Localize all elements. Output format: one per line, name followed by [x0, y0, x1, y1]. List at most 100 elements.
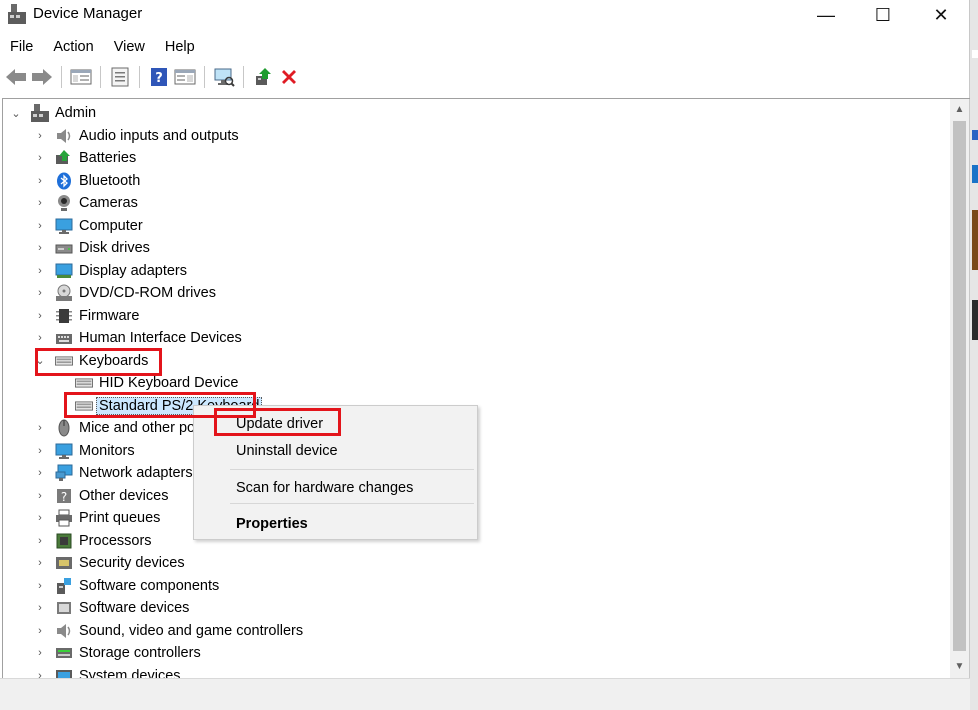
edge-stripe: [972, 50, 978, 58]
chevron-right-icon[interactable]: ›: [33, 646, 47, 660]
tree-item-cameras[interactable]: › Cameras: [33, 192, 138, 214]
chevron-right-icon[interactable]: ›: [33, 151, 47, 165]
tree-item-computer[interactable]: › Computer: [33, 215, 143, 237]
disk-drive-icon: [55, 239, 73, 257]
chevron-right-icon[interactable]: ›: [33, 534, 47, 548]
context-menu-scan-hardware[interactable]: Scan for hardware changes: [236, 480, 413, 496]
tree-item-batteries[interactable]: › Batteries: [33, 147, 136, 169]
tree-item-other-devices[interactable]: › ? Other devices: [33, 485, 168, 507]
tree-item-firmware[interactable]: › Firmware: [33, 305, 139, 327]
chevron-right-icon[interactable]: ›: [33, 624, 47, 638]
vertical-scrollbar[interactable]: ▲ ▼: [950, 99, 969, 678]
webcam-icon: [55, 194, 73, 212]
properties-icon[interactable]: [108, 65, 132, 89]
menu-file[interactable]: File: [0, 36, 43, 60]
tree-item-print-queues[interactable]: › Print queues: [33, 507, 160, 529]
update-driver-icon[interactable]: [251, 65, 275, 89]
tree-item-monitors[interactable]: › Monitors: [33, 440, 135, 462]
tree-item-storage[interactable]: › Storage controllers: [33, 642, 201, 664]
tree-item-label: Bluetooth: [79, 172, 141, 189]
tree-item-system-devices[interactable]: › System devices: [33, 665, 181, 679]
context-menu-separator: [230, 503, 474, 504]
menu-help[interactable]: Help: [155, 36, 205, 60]
svg-text:?: ?: [61, 490, 67, 504]
tree-item-label: Display adapters: [79, 262, 187, 279]
minimize-button[interactable]: —: [797, 0, 855, 30]
chevron-right-icon[interactable]: ›: [33, 241, 47, 255]
chevron-right-icon[interactable]: ›: [33, 219, 47, 233]
menu-view[interactable]: View: [104, 36, 155, 60]
tree-item-audio[interactable]: › Audio inputs and outputs: [33, 125, 239, 147]
chevron-right-icon[interactable]: ›: [33, 489, 47, 503]
tree-item-security[interactable]: › Security devices: [33, 552, 184, 574]
chevron-right-icon[interactable]: ›: [33, 511, 47, 525]
tree-item-mice[interactable]: › Mice and other po: [33, 417, 195, 439]
chevron-down-icon[interactable]: ⌄: [9, 106, 23, 120]
tree-item-disk-drives[interactable]: › Disk drives: [33, 237, 150, 259]
monitor-icon: [55, 442, 73, 460]
device-manager-window: Device Manager — ☐ ✕ File Action View He…: [0, 0, 970, 710]
menu-action[interactable]: Action: [43, 36, 103, 60]
chevron-right-icon[interactable]: ›: [33, 466, 47, 480]
scroll-down-icon[interactable]: ▼: [950, 658, 969, 675]
chevron-right-icon[interactable]: ›: [33, 579, 47, 593]
tree-item-dvd-drives[interactable]: › DVD/CD-ROM drives: [33, 282, 216, 304]
chevron-right-icon[interactable]: ›: [33, 331, 47, 345]
speaker-icon: [55, 622, 73, 640]
tree-root-row[interactable]: ⌄ Admin: [9, 102, 96, 124]
scroll-up-icon[interactable]: ▲: [950, 101, 969, 118]
uninstall-device-icon[interactable]: [277, 65, 301, 89]
tree-item-processors[interactable]: › Processors: [33, 530, 151, 552]
chevron-right-icon[interactable]: ›: [33, 601, 47, 615]
tree-item-network[interactable]: › Network adapters: [33, 462, 193, 484]
context-menu-properties[interactable]: Properties: [236, 516, 308, 532]
chevron-right-icon[interactable]: ›: [33, 286, 47, 300]
tree-item-label: Audio inputs and outputs: [79, 127, 239, 144]
toolbar-separator: [204, 66, 205, 88]
tree-item-label: Cameras: [79, 195, 138, 211]
tree-item-label: Network adapters: [79, 465, 193, 481]
window-title: Device Manager: [33, 5, 143, 22]
chevron-right-icon[interactable]: ›: [33, 309, 47, 323]
chevron-right-icon[interactable]: ›: [33, 196, 47, 210]
tree-item-display-adapters[interactable]: › Display adapters: [33, 260, 187, 282]
scan-hardware-icon[interactable]: [212, 65, 236, 89]
battery-icon: [55, 149, 73, 167]
tree-root-label: Admin: [55, 105, 97, 121]
tree-item-label: Sound, video and game controllers: [79, 622, 304, 639]
hid-icon: [55, 329, 73, 347]
device-manager-app-icon: [8, 4, 26, 24]
maximize-button[interactable]: ☐: [854, 0, 912, 30]
tree-item-bluetooth[interactable]: › Bluetooth: [33, 170, 140, 192]
tree-item-hid[interactable]: › Human Interface Devices: [33, 327, 242, 349]
tree-item-label: Other devices: [79, 487, 169, 504]
chevron-right-icon[interactable]: ›: [33, 129, 47, 143]
help-icon[interactable]: ?: [147, 65, 171, 89]
chevron-right-icon[interactable]: ›: [33, 556, 47, 570]
chevron-right-icon[interactable]: ›: [33, 264, 47, 278]
chevron-right-icon[interactable]: ›: [33, 174, 47, 188]
keyboard-icon: [75, 374, 93, 392]
chevron-right-icon[interactable]: ›: [33, 444, 47, 458]
context-menu-uninstall-device[interactable]: Uninstall device: [236, 443, 338, 459]
close-button[interactable]: ✕: [912, 0, 970, 30]
chevron-right-icon[interactable]: ›: [33, 669, 47, 679]
tree-item-label: Software devices: [79, 600, 190, 616]
tree-item-software-components[interactable]: › Software components: [33, 575, 219, 597]
scrollbar-thumb[interactable]: [953, 121, 966, 651]
monitor-icon: [55, 217, 73, 235]
chevron-right-icon[interactable]: ›: [33, 421, 47, 435]
title-bar[interactable]: Device Manager — ☐ ✕: [0, 0, 970, 30]
tree-item-sound[interactable]: › Sound, video and game controllers: [33, 620, 303, 642]
edge-stripe: [972, 300, 978, 340]
chip-icon: [55, 307, 73, 325]
system-device-icon: [55, 667, 73, 678]
tree-item-software-devices[interactable]: › Software devices: [33, 597, 189, 619]
toolbar: ?: [0, 62, 970, 92]
device-tree: ⌄ Admin › Audio inputs and outputs › Bat…: [2, 98, 970, 678]
action-pane-icon[interactable]: [173, 65, 197, 89]
show-hide-console-tree-icon[interactable]: [69, 65, 93, 89]
forward-arrow-icon[interactable]: [30, 65, 54, 89]
svg-text:?: ?: [155, 71, 163, 86]
back-arrow-icon[interactable]: [4, 65, 28, 89]
